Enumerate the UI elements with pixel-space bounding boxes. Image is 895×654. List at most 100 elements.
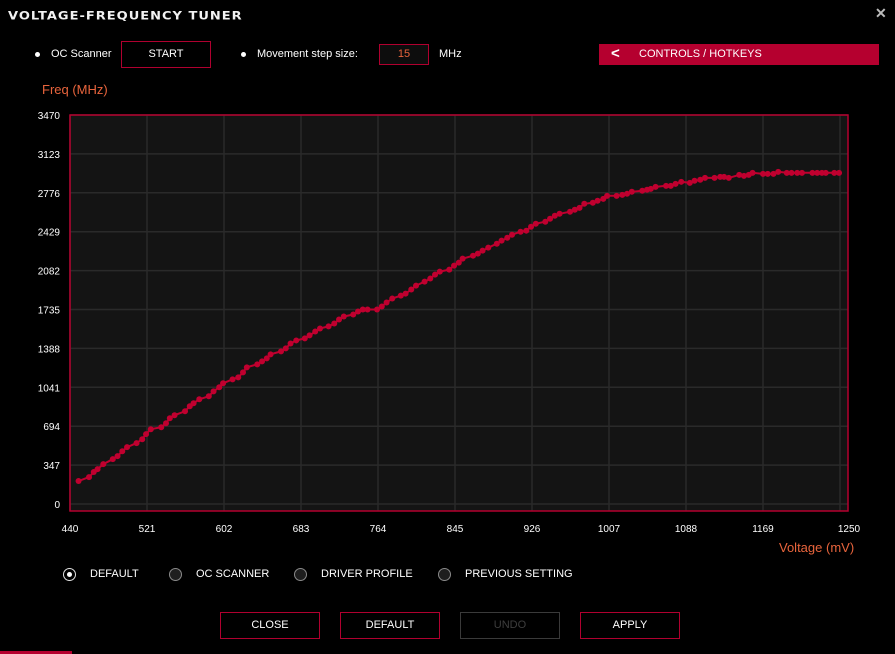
vf-point[interactable] bbox=[389, 295, 396, 302]
vf-point[interactable] bbox=[205, 393, 212, 400]
vf-point[interactable] bbox=[196, 396, 203, 403]
vf-point[interactable] bbox=[171, 412, 178, 419]
profile-radio-label[interactable]: DEFAULT bbox=[90, 568, 139, 580]
vf-point[interactable] bbox=[94, 466, 101, 473]
vf-point[interactable] bbox=[652, 183, 659, 190]
vf-point[interactable] bbox=[75, 478, 82, 485]
vf-point[interactable] bbox=[402, 290, 409, 297]
vf-point[interactable] bbox=[556, 210, 563, 217]
vf-point[interactable] bbox=[306, 332, 313, 339]
profile-radio-previous-setting[interactable] bbox=[438, 568, 451, 581]
vf-point[interactable] bbox=[822, 169, 829, 176]
vf-point[interactable] bbox=[147, 426, 154, 433]
vf-point[interactable] bbox=[421, 278, 428, 285]
y-tick-label: 1735 bbox=[38, 306, 61, 317]
profile-radio-label[interactable]: DRIVER PROFILE bbox=[321, 568, 413, 580]
vf-point[interactable] bbox=[725, 174, 732, 181]
vf-point[interactable] bbox=[240, 369, 247, 376]
vf-point[interactable] bbox=[100, 461, 107, 468]
profile-radio-default[interactable] bbox=[63, 568, 76, 581]
vf-point[interactable] bbox=[235, 374, 242, 381]
default-button[interactable]: DEFAULT bbox=[340, 612, 440, 639]
vf-point[interactable] bbox=[139, 436, 146, 443]
vf-point[interactable] bbox=[498, 237, 505, 244]
vf-point[interactable] bbox=[124, 444, 131, 451]
vf-point[interactable] bbox=[446, 266, 453, 273]
vf-point[interactable] bbox=[711, 174, 718, 181]
vf-point[interactable] bbox=[517, 228, 524, 235]
vf-point[interactable] bbox=[293, 337, 300, 344]
vf-point[interactable] bbox=[672, 180, 679, 187]
vf-point[interactable] bbox=[325, 323, 332, 330]
vf-point[interactable] bbox=[459, 255, 466, 262]
vf-point[interactable] bbox=[210, 388, 217, 395]
vf-point[interactable] bbox=[282, 345, 289, 352]
vf-point[interactable] bbox=[408, 286, 415, 293]
vf-point[interactable] bbox=[383, 299, 390, 306]
vf-point[interactable] bbox=[190, 400, 197, 407]
x-tick-label: 1007 bbox=[598, 524, 621, 535]
y-tick-label: 347 bbox=[43, 461, 60, 472]
vf-point[interactable] bbox=[364, 306, 371, 313]
plot-area bbox=[70, 115, 848, 511]
vf-point[interactable] bbox=[317, 325, 324, 332]
vf-point[interactable] bbox=[114, 453, 121, 460]
vf-point[interactable] bbox=[775, 168, 782, 175]
vf-point[interactable] bbox=[267, 351, 274, 358]
vf-chart[interactable]: 034769410411388173520822429277631233470 … bbox=[0, 0, 895, 560]
vf-point[interactable] bbox=[604, 192, 611, 199]
y-tick-label: 0 bbox=[54, 500, 60, 511]
y-tick-label: 3123 bbox=[38, 150, 61, 161]
vf-point[interactable] bbox=[788, 169, 795, 176]
vf-point[interactable] bbox=[86, 474, 93, 481]
vf-point[interactable] bbox=[532, 220, 539, 227]
close-button[interactable]: CLOSE bbox=[220, 612, 320, 639]
vf-point[interactable] bbox=[581, 200, 588, 207]
vf-point[interactable] bbox=[427, 275, 434, 282]
vf-point[interactable] bbox=[836, 169, 843, 176]
vf-point[interactable] bbox=[691, 177, 698, 184]
vf-point[interactable] bbox=[413, 282, 420, 289]
vf-point[interactable] bbox=[182, 408, 189, 415]
vf-point[interactable] bbox=[143, 431, 150, 438]
profile-radio-driver-profile[interactable] bbox=[294, 568, 307, 581]
profile-radio-label[interactable]: OC SCANNER bbox=[196, 568, 269, 580]
vf-point[interactable] bbox=[613, 192, 620, 199]
y-tick-label: 2776 bbox=[38, 189, 61, 200]
vf-point[interactable] bbox=[678, 178, 685, 185]
x-tick-label: 1088 bbox=[675, 524, 698, 535]
y-tick-label: 2082 bbox=[38, 267, 61, 278]
vf-point[interactable] bbox=[749, 169, 756, 176]
undo-button: UNDO bbox=[460, 612, 560, 639]
vf-point[interactable] bbox=[340, 313, 347, 320]
vf-point[interactable] bbox=[436, 268, 443, 275]
profile-radio-oc-scanner[interactable] bbox=[169, 568, 182, 581]
vf-point[interactable] bbox=[158, 424, 165, 431]
x-tick-label: 845 bbox=[447, 524, 464, 535]
vf-point[interactable] bbox=[378, 303, 385, 310]
vf-point[interactable] bbox=[798, 169, 805, 176]
vf-point[interactable] bbox=[485, 244, 492, 251]
vf-point[interactable] bbox=[331, 320, 338, 327]
vf-point[interactable] bbox=[576, 204, 583, 211]
vf-point[interactable] bbox=[479, 247, 486, 254]
vf-point[interactable] bbox=[287, 340, 294, 347]
x-tick-label: 1169 bbox=[752, 524, 774, 535]
vf-point[interactable] bbox=[220, 380, 227, 387]
vf-point[interactable] bbox=[764, 170, 771, 177]
vf-point[interactable] bbox=[133, 440, 140, 447]
profile-radio-label[interactable]: PREVIOUS SETTING bbox=[465, 568, 573, 580]
vf-point[interactable] bbox=[163, 420, 170, 427]
x-tick-label: 440 bbox=[62, 524, 79, 535]
vf-point[interactable] bbox=[243, 364, 250, 371]
y-tick-label: 1388 bbox=[38, 344, 61, 355]
vf-point[interactable] bbox=[119, 448, 126, 455]
vf-point[interactable] bbox=[229, 376, 236, 383]
vf-point[interactable] bbox=[628, 188, 635, 195]
apply-button[interactable]: APPLY bbox=[580, 612, 680, 639]
vf-point[interactable] bbox=[509, 231, 516, 238]
vf-point[interactable] bbox=[702, 174, 709, 181]
x-tick-label: 683 bbox=[293, 524, 310, 535]
vf-point[interactable] bbox=[523, 227, 530, 234]
vf-point[interactable] bbox=[594, 197, 601, 204]
